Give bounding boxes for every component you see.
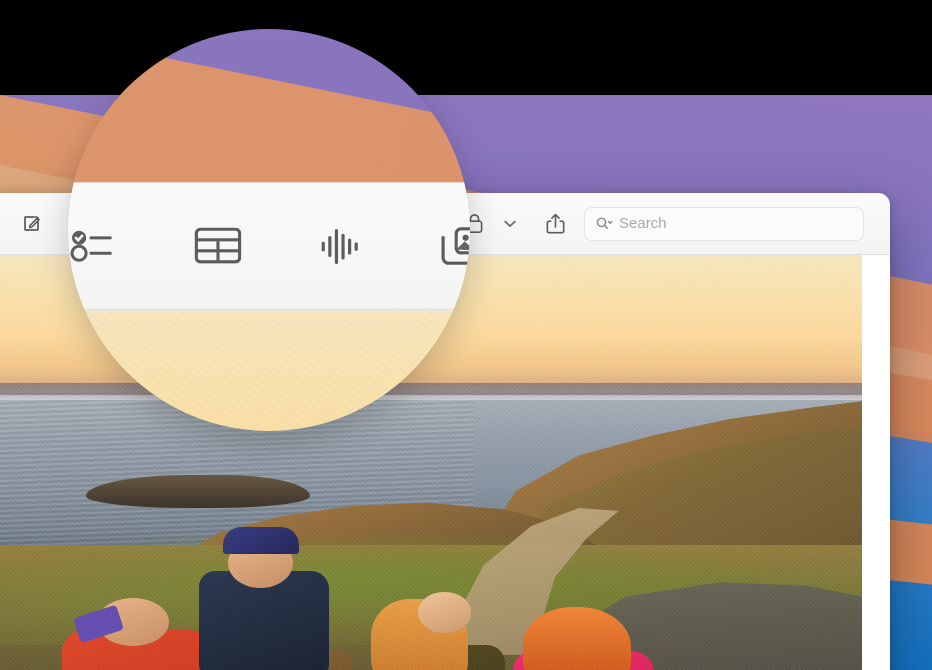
share-icon[interactable]	[540, 210, 570, 238]
toolbar-right-group: Search	[459, 206, 890, 241]
media-photos-icon[interactable]	[434, 217, 470, 275]
search-placeholder: Search	[619, 215, 667, 232]
compose-note-icon[interactable]	[16, 210, 46, 238]
checklist-icon[interactable]	[68, 217, 124, 275]
notes-window: Aa	[68, 182, 470, 431]
search-field[interactable]: Search	[584, 206, 864, 241]
audio-waveform-icon[interactable]	[310, 217, 372, 275]
loupe-content: Aa	[68, 29, 470, 431]
note-body	[68, 310, 470, 431]
chevron-down-icon[interactable]	[503, 210, 516, 238]
search-icon	[596, 217, 613, 229]
toolbar-left-group: Aa	[68, 217, 470, 275]
notes-toolbar: Aa	[68, 182, 470, 311]
note-photo	[68, 310, 470, 431]
table-icon[interactable]	[186, 217, 248, 275]
zoom-loupe: Aa	[68, 29, 470, 431]
screen: Aa	[0, 0, 932, 670]
